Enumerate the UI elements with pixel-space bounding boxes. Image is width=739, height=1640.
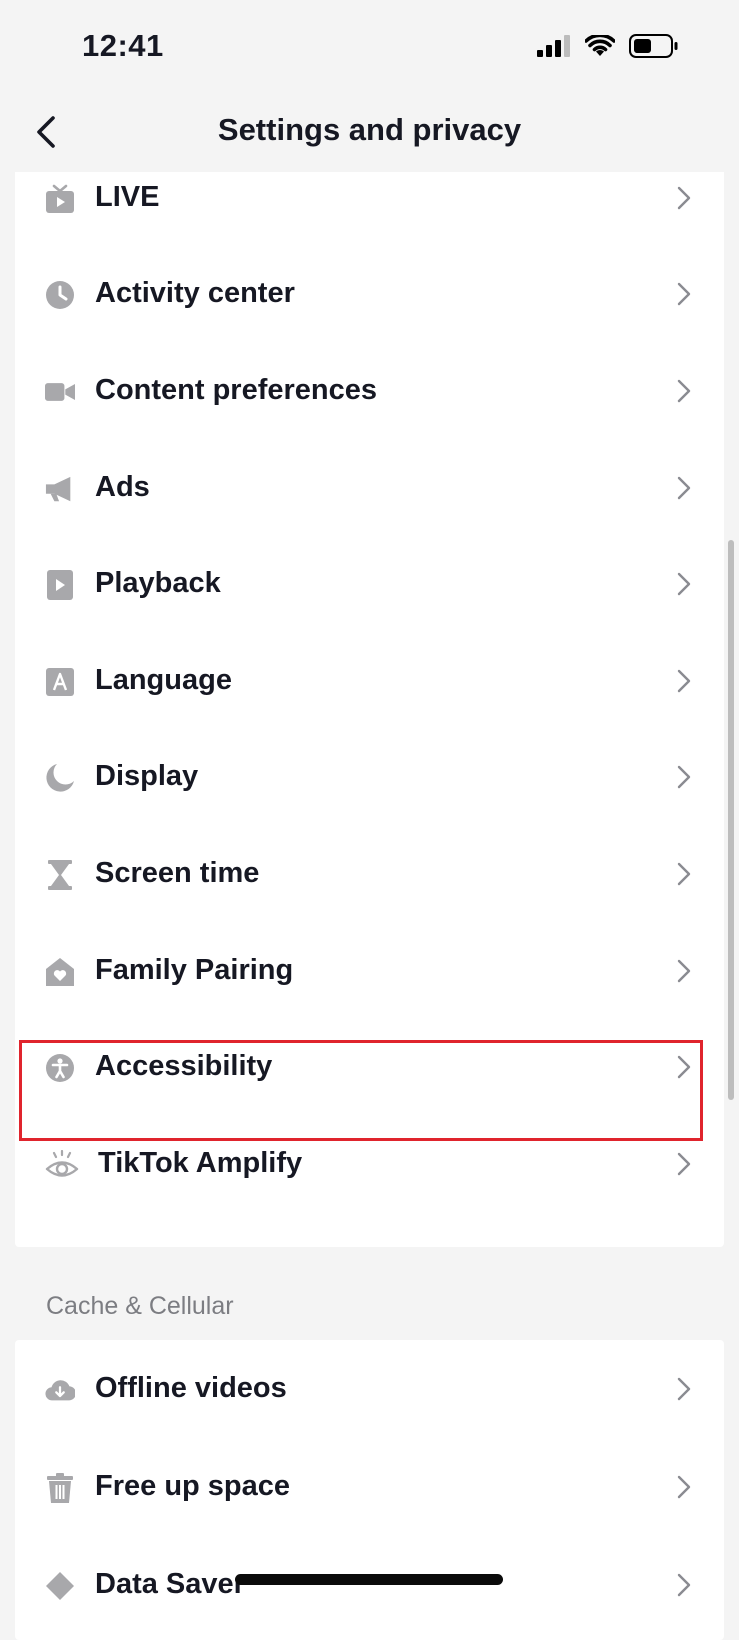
status-icons: [537, 34, 679, 58]
video-camera-icon: [45, 383, 75, 401]
section-title-cache-cellular: Cache & Cellular: [46, 1292, 234, 1320]
status-time: 12:41: [82, 28, 164, 63]
battery-icon: [629, 34, 678, 58]
settings-item-free-up-space[interactable]: Free up space: [15, 1438, 724, 1536]
megaphone-icon: [45, 476, 71, 502]
language-icon: [46, 668, 74, 696]
accessibility-icon: [46, 1054, 74, 1082]
chevron-right-icon: [677, 1152, 691, 1176]
chevron-right-icon: [677, 765, 691, 789]
settings-item-label: Playback: [95, 567, 221, 599]
trash-icon: [47, 1473, 73, 1503]
settings-item-label: Content preferences: [95, 374, 378, 406]
settings-item-data-saver[interactable]: Data Saver: [15, 1536, 724, 1634]
home-indicator[interactable]: [235, 1574, 503, 1585]
chevron-right-icon: [677, 476, 691, 500]
chevron-right-icon: [677, 282, 691, 306]
chevron-right-icon: [677, 1377, 691, 1401]
settings-item-label: Activity center: [95, 277, 295, 309]
settings-item-language[interactable]: Language: [15, 632, 724, 730]
settings-item-screen-time[interactable]: Screen time: [15, 825, 724, 923]
data-saver-icon: [46, 1572, 74, 1600]
chevron-right-icon: [677, 186, 691, 210]
chevron-right-icon: [677, 1475, 691, 1499]
cellular-signal-icon: [537, 35, 570, 57]
settings-item-label: Family Pairing: [95, 954, 294, 986]
settings-card-cache-cellular: Offline videos Free up space Data Saver: [15, 1340, 724, 1640]
settings-item-label: Ads: [95, 471, 150, 503]
chevron-right-icon: [677, 1055, 691, 1079]
settings-item-label: TikTok Amplify: [98, 1147, 303, 1179]
settings-item-accessibility[interactable]: Accessibility: [15, 1018, 724, 1116]
settings-item-label: Data Saver: [95, 1568, 245, 1600]
moon-icon: [46, 764, 74, 792]
navigation-header: Settings and privacy: [0, 100, 739, 172]
settings-card-general: LIVE Activity center Content preferences: [15, 172, 724, 1247]
settings-item-tiktok-amplify[interactable]: TikTok Amplify: [15, 1115, 724, 1213]
status-bar: 12:41: [0, 0, 739, 100]
settings-item-label: Screen time: [95, 857, 260, 889]
chevron-right-icon: [677, 572, 691, 596]
settings-item-activity-center[interactable]: Activity center: [15, 245, 724, 343]
live-tv-icon: [46, 184, 74, 213]
home-heart-icon: [46, 958, 74, 986]
chevron-right-icon: [677, 862, 691, 886]
clock-icon: [46, 281, 74, 309]
settings-item-label: LIVE: [95, 181, 160, 213]
settings-item-display[interactable]: Display: [15, 728, 724, 826]
play-icon: [47, 570, 73, 600]
chevron-right-icon: [677, 959, 691, 983]
scrollbar[interactable]: [728, 540, 734, 1100]
settings-item-label: Display: [95, 760, 199, 792]
settings-item-ads[interactable]: Ads: [15, 439, 724, 537]
settings-item-playback[interactable]: Playback: [15, 535, 724, 633]
settings-item-live[interactable]: LIVE: [15, 172, 724, 247]
settings-item-offline-videos[interactable]: Offline videos: [15, 1340, 724, 1438]
chevron-right-icon: [677, 1573, 691, 1597]
hourglass-icon: [48, 860, 72, 890]
chevron-right-icon: [677, 669, 691, 693]
settings-item-label: Offline videos: [95, 1372, 287, 1404]
eye-icon: [45, 1150, 79, 1177]
chevron-right-icon: [677, 379, 691, 403]
settings-item-label: Accessibility: [95, 1050, 273, 1082]
page-title: Settings and privacy: [217, 112, 522, 147]
settings-item-family-pairing[interactable]: Family Pairing: [15, 922, 724, 1020]
settings-item-content-preferences[interactable]: Content preferences: [15, 342, 724, 440]
settings-item-label: Free up space: [95, 1470, 291, 1502]
wifi-icon: [585, 35, 615, 56]
settings-item-label: Language: [95, 664, 232, 696]
cloud-download-icon: [45, 1380, 75, 1401]
